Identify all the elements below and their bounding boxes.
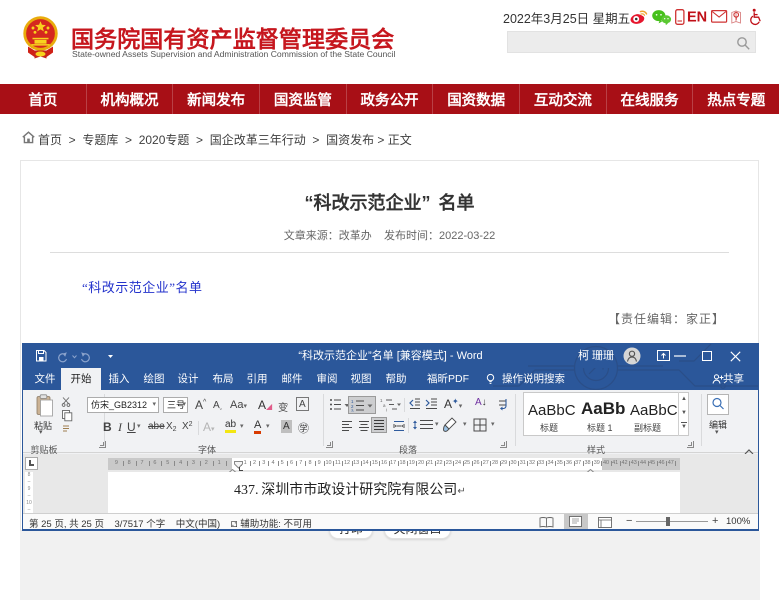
svg-text:EN: EN (687, 10, 707, 26)
svg-text:i: i (386, 408, 387, 413)
svg-text:3: 3 (351, 409, 354, 413)
